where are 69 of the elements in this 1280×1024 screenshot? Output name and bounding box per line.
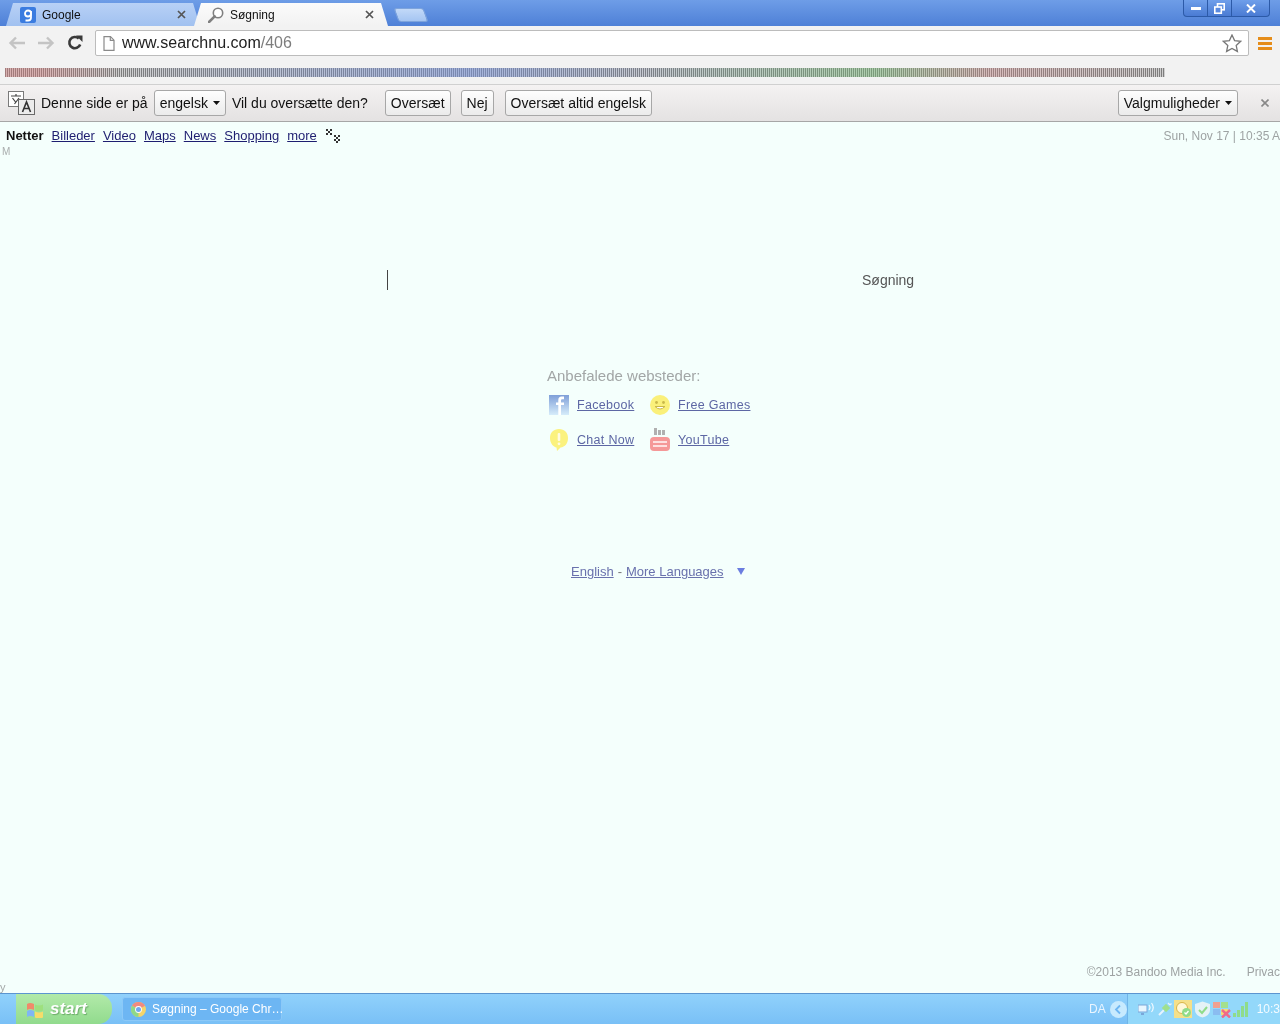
address-field[interactable]: www.searchnu.com/406 <box>95 30 1249 56</box>
translate-action-button[interactable]: Oversæt <box>384 90 451 116</box>
reload-icon <box>67 35 83 51</box>
options-dropdown[interactable]: Valgmuligheder <box>1117 90 1238 116</box>
copyright-text: ©2013 Bandoo Media Inc. <box>1086 965 1226 979</box>
close-icon <box>1245 3 1256 13</box>
separator-text: - <box>617 564 622 579</box>
close-button[interactable] <box>1232 0 1270 17</box>
f-logo-icon <box>549 395 569 415</box>
tab-title: Google <box>42 7 82 22</box>
wrapped-text-fragment: y <box>0 981 6 993</box>
page-icon <box>103 35 115 51</box>
show-hidden-icons-button[interactable] <box>1109 1000 1127 1018</box>
new-tab-button[interactable] <box>393 8 429 22</box>
close-bar-button[interactable] <box>1258 96 1272 110</box>
nav-link[interactable]: Video <box>102 128 136 143</box>
restore-icon <box>1214 2 1225 14</box>
site-link[interactable]: Free Games <box>678 398 751 412</box>
globe-check-tile-icon[interactable] <box>1173 1000 1192 1018</box>
shield-check-icon[interactable] <box>1193 1000 1211 1018</box>
tab-title: Søgning <box>230 7 276 22</box>
search-icon <box>208 6 224 23</box>
nav-link[interactable]: Netter <box>6 128 44 143</box>
translate-action-button[interactable]: Nej <box>460 90 494 116</box>
forward-arrow-icon <box>37 36 55 50</box>
flag-x-icon[interactable] <box>1212 1000 1231 1018</box>
menu-icon[interactable] <box>1258 36 1272 50</box>
section-heading: Anbefalede websteder: <box>547 367 701 384</box>
smiley-icon <box>650 395 670 415</box>
search-button[interactable]: Søgning <box>862 272 915 288</box>
site-link[interactable]: Chat Now <box>577 433 635 447</box>
translate-icon <box>8 91 35 115</box>
network-icon[interactable] <box>1137 1001 1155 1017</box>
nav-link[interactable]: Shopping <box>224 128 280 143</box>
nav-link[interactable]: News <box>183 128 217 143</box>
translate-action-button[interactable]: Oversæt altid engelsk <box>504 90 652 116</box>
site-link[interactable]: YouTube <box>678 433 730 447</box>
nav-link[interactable]: more <box>287 128 317 143</box>
back-arrow-icon <box>8 36 26 50</box>
more-languages-link[interactable]: More Languages <box>626 564 724 579</box>
browser-tab[interactable]: Søgning <box>194 3 388 26</box>
translate-question: Vil du oversætte den? <box>231 95 368 111</box>
pattern-icon <box>324 128 342 143</box>
triangle-down-icon[interactable] <box>736 568 745 575</box>
nav-link[interactable]: Maps <box>143 128 176 143</box>
star-icon[interactable] <box>1222 33 1242 53</box>
clock-text: 10:3 <box>1256 1002 1280 1016</box>
plug-icon[interactable] <box>1156 1001 1172 1017</box>
date-time-text: Sun, Nov 17 | 10:35 A <box>1163 128 1280 143</box>
alert-bubble-icon <box>549 429 569 451</box>
wrapped-text-fragment: M <box>1 146 11 157</box>
caret-down-icon <box>1225 101 1232 105</box>
restore-button[interactable] <box>1208 0 1232 17</box>
minimize-icon <box>1190 6 1201 10</box>
app-logo-icon <box>131 1001 146 1017</box>
language-dropdown[interactable]: engelsk <box>153 90 226 116</box>
minimize-button[interactable] <box>1183 0 1208 17</box>
close-icon <box>1261 99 1269 107</box>
text-cursor <box>387 270 388 290</box>
language-link[interactable]: English <box>571 564 614 579</box>
close-icon[interactable] <box>177 10 186 19</box>
close-icon[interactable] <box>365 10 374 19</box>
nav-link[interactable]: Billeder <box>51 128 95 143</box>
flag-logo-icon <box>26 1000 44 1018</box>
translate-prompt: Denne side er på <box>41 95 148 111</box>
site-link[interactable]: Facebook <box>577 398 635 412</box>
caret-down-icon <box>212 101 220 105</box>
letter-tile-icon <box>20 6 36 23</box>
video-logo-icon <box>650 428 670 452</box>
